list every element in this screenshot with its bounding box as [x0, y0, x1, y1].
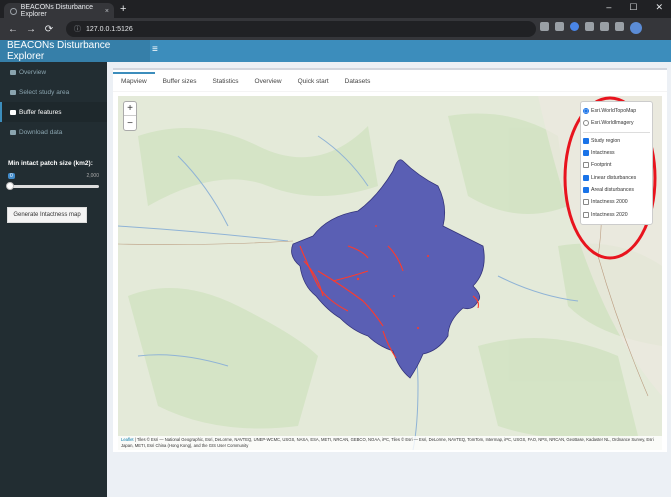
menu-item-icon	[10, 89, 16, 95]
url-text: 127.0.0.1:5126	[86, 25, 133, 33]
sidebar-item-select-study-area[interactable]: Select study area	[0, 82, 107, 102]
tab-datasets[interactable]: Datasets	[337, 78, 379, 91]
reload-icon[interactable]: ⟳	[44, 24, 54, 35]
map-attribution: Leaflet | Tiles © Esri — National Geogra…	[118, 435, 662, 450]
checkbox[interactable]	[583, 162, 589, 169]
layers-control: Esri.WorldTopoMap Esri.WorldImagery Stud…	[580, 101, 653, 225]
layer-label: Intactness 2000	[591, 199, 628, 206]
slider-max-label: 2,000	[86, 173, 99, 179]
extensions-bar	[540, 22, 642, 34]
extension-icon[interactable]	[540, 22, 549, 31]
patch-size-label: Min intact patch size (km2):	[8, 160, 93, 167]
overlay-option[interactable]: Linear disturbances	[583, 171, 650, 183]
maximize-icon[interactable]: ☐	[629, 2, 637, 13]
generate-intactness-button[interactable]: Generate Intactness map	[7, 207, 87, 223]
checkbox[interactable]	[583, 174, 589, 181]
app-title: BEACONs Disturbance Explorer	[0, 40, 150, 62]
overlay-option[interactable]: Areal disturbances	[583, 184, 650, 196]
leaflet-link[interactable]: Leaflet	[121, 437, 134, 442]
sidebar-item-overview[interactable]: Overview	[0, 62, 107, 82]
extension-icon[interactable]	[570, 22, 579, 31]
layer-label: Esri.WorldTopoMap	[591, 108, 637, 115]
basemap-option[interactable]: Esri.WorldImagery	[583, 117, 650, 129]
tab-bar: Mapview Buffer sizes Statistics Overview…	[113, 70, 667, 92]
sidebar-item-label: Select study area	[19, 88, 70, 96]
menu-item-icon	[10, 69, 16, 75]
tab-buffer-sizes[interactable]: Buffer sizes	[155, 78, 205, 91]
forward-arrow-icon[interactable]: →	[26, 24, 36, 35]
hamburger-menu-icon[interactable]: ≡	[152, 44, 158, 55]
menu-item-icon	[10, 129, 16, 135]
sidebar: Overview Select study area Buffer featur…	[0, 62, 107, 497]
browser-tab[interactable]: BEACONs Disturbance Explorer ×	[4, 3, 114, 19]
radio-button[interactable]	[583, 108, 589, 115]
checkbox[interactable]	[583, 137, 589, 144]
sidebar-item-label: Download data	[19, 128, 63, 136]
overlay-option[interactable]: Intactness 2000	[583, 196, 650, 208]
slider-min-label: 0	[8, 173, 15, 179]
slider-track[interactable]	[8, 185, 99, 188]
zoom-in-button[interactable]: +	[124, 102, 136, 116]
attribution-text: | Tiles © Esri — National Geographic, Es…	[121, 436, 654, 448]
zoom-control: + −	[123, 101, 137, 131]
tab-close-icon[interactable]: ×	[105, 8, 109, 15]
overlay-option[interactable]: Intactness	[583, 147, 650, 159]
globe-icon	[10, 7, 17, 15]
layer-label: Esri.WorldImagery	[591, 120, 634, 127]
layer-label: Intactness	[591, 150, 615, 157]
sidepanel-icon[interactable]	[615, 22, 624, 31]
sidebar-item-download-data[interactable]: Download data	[0, 122, 107, 142]
tab-overview[interactable]: Overview	[247, 78, 290, 91]
back-arrow-icon[interactable]: ←	[8, 24, 18, 35]
sidebar-item-label: Buffer features	[19, 108, 62, 116]
overlay-option[interactable]: Study region	[583, 135, 650, 147]
radio-button[interactable]	[583, 120, 589, 127]
download-icon[interactable]	[600, 22, 609, 31]
menu-item-icon	[10, 109, 16, 115]
info-icon[interactable]: ⓘ	[74, 24, 81, 34]
zoom-out-button[interactable]: −	[124, 116, 136, 130]
sidebar-item-buffer-features[interactable]: Buffer features	[0, 102, 107, 122]
tab-statistics[interactable]: Statistics	[205, 78, 247, 91]
window-controls: – ☐ ✕	[606, 2, 663, 13]
layer-label: Footprint	[591, 162, 612, 169]
browser-tabstrip: BEACONs Disturbance Explorer × + – ☐ ✕	[0, 0, 671, 19]
overlay-option[interactable]: Intactness 2020	[583, 208, 650, 220]
address-bar[interactable]: ⓘ 127.0.0.1:5126	[66, 21, 536, 37]
checkbox[interactable]	[583, 150, 589, 157]
extension-icon[interactable]	[555, 22, 564, 31]
layer-label: Linear disturbances	[591, 174, 637, 181]
tab-quick-start[interactable]: Quick start	[290, 78, 337, 91]
checkbox[interactable]	[583, 199, 589, 206]
tab-box: Mapview Buffer sizes Statistics Overview…	[113, 68, 667, 452]
slider-handle[interactable]	[6, 182, 14, 190]
layer-label: Intactness 2020	[591, 211, 628, 218]
patch-size-slider[interactable]: 0 2,000	[6, 173, 99, 193]
main-content: Mapview Buffer sizes Statistics Overview…	[107, 62, 671, 497]
app-header: BEACONs Disturbance Explorer ≡	[0, 40, 671, 62]
layers-separator	[583, 131, 650, 133]
basemap-option[interactable]: Esri.WorldTopoMap	[583, 105, 650, 117]
close-window-icon[interactable]: ✕	[655, 2, 663, 13]
layer-label: Study region	[591, 137, 621, 144]
overlay-option[interactable]: Footprint	[583, 159, 650, 171]
layer-label: Areal disturbances	[591, 186, 634, 193]
sidebar-item-label: Overview	[19, 68, 47, 76]
checkbox[interactable]	[583, 211, 589, 218]
browser-toolbar: ← → ⟳ ⓘ 127.0.0.1:5126	[0, 18, 671, 40]
minimize-icon[interactable]: –	[606, 2, 611, 13]
tab-mapview[interactable]: Mapview	[113, 72, 155, 91]
checkbox[interactable]	[583, 186, 589, 193]
browser-tab-title: BEACONs Disturbance Explorer	[20, 4, 94, 18]
profile-avatar[interactable]	[630, 22, 642, 34]
puzzle-icon[interactable]	[585, 22, 594, 31]
new-tab-button[interactable]: +	[120, 3, 126, 15]
leaflet-map[interactable]: + − Esri.WorldTopoMap Esri.WorldImagery …	[118, 96, 662, 450]
